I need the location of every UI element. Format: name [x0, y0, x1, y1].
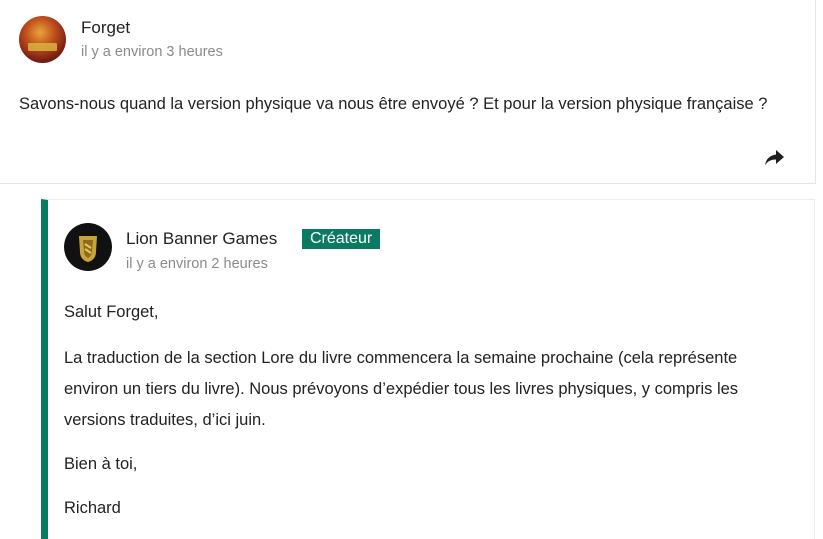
reply-paragraph-signature: Richard [64, 499, 121, 517]
share-icon[interactable] [763, 148, 785, 168]
comment-body: Savons-nous quand la version physique va… [19, 95, 768, 113]
creator-badge: Créateur [302, 229, 381, 249]
avatar-banner-decoration [28, 43, 57, 51]
reply-paragraph-greeting: Salut Forget, [64, 303, 159, 321]
comment-author-name[interactable]: Forget [81, 18, 130, 38]
reply-paragraph-body: La traduction de la section Lore du livr… [64, 349, 739, 429]
creator-reply-card: Lion Banner Games Créateur il y a enviro… [41, 199, 815, 539]
comment-timestamp: il y a environ 3 heures [81, 44, 223, 60]
reply-paragraph-closing: Bien à toi, [64, 455, 138, 473]
avatar[interactable] [19, 16, 66, 63]
comment-card: Forget il y a environ 3 heures Savons-no… [0, 0, 816, 184]
lion-banner-logo-icon[interactable] [64, 223, 112, 271]
reply-timestamp: il y a environ 2 heures [126, 256, 268, 272]
reply-author-name[interactable]: Lion Banner Games [126, 229, 277, 249]
